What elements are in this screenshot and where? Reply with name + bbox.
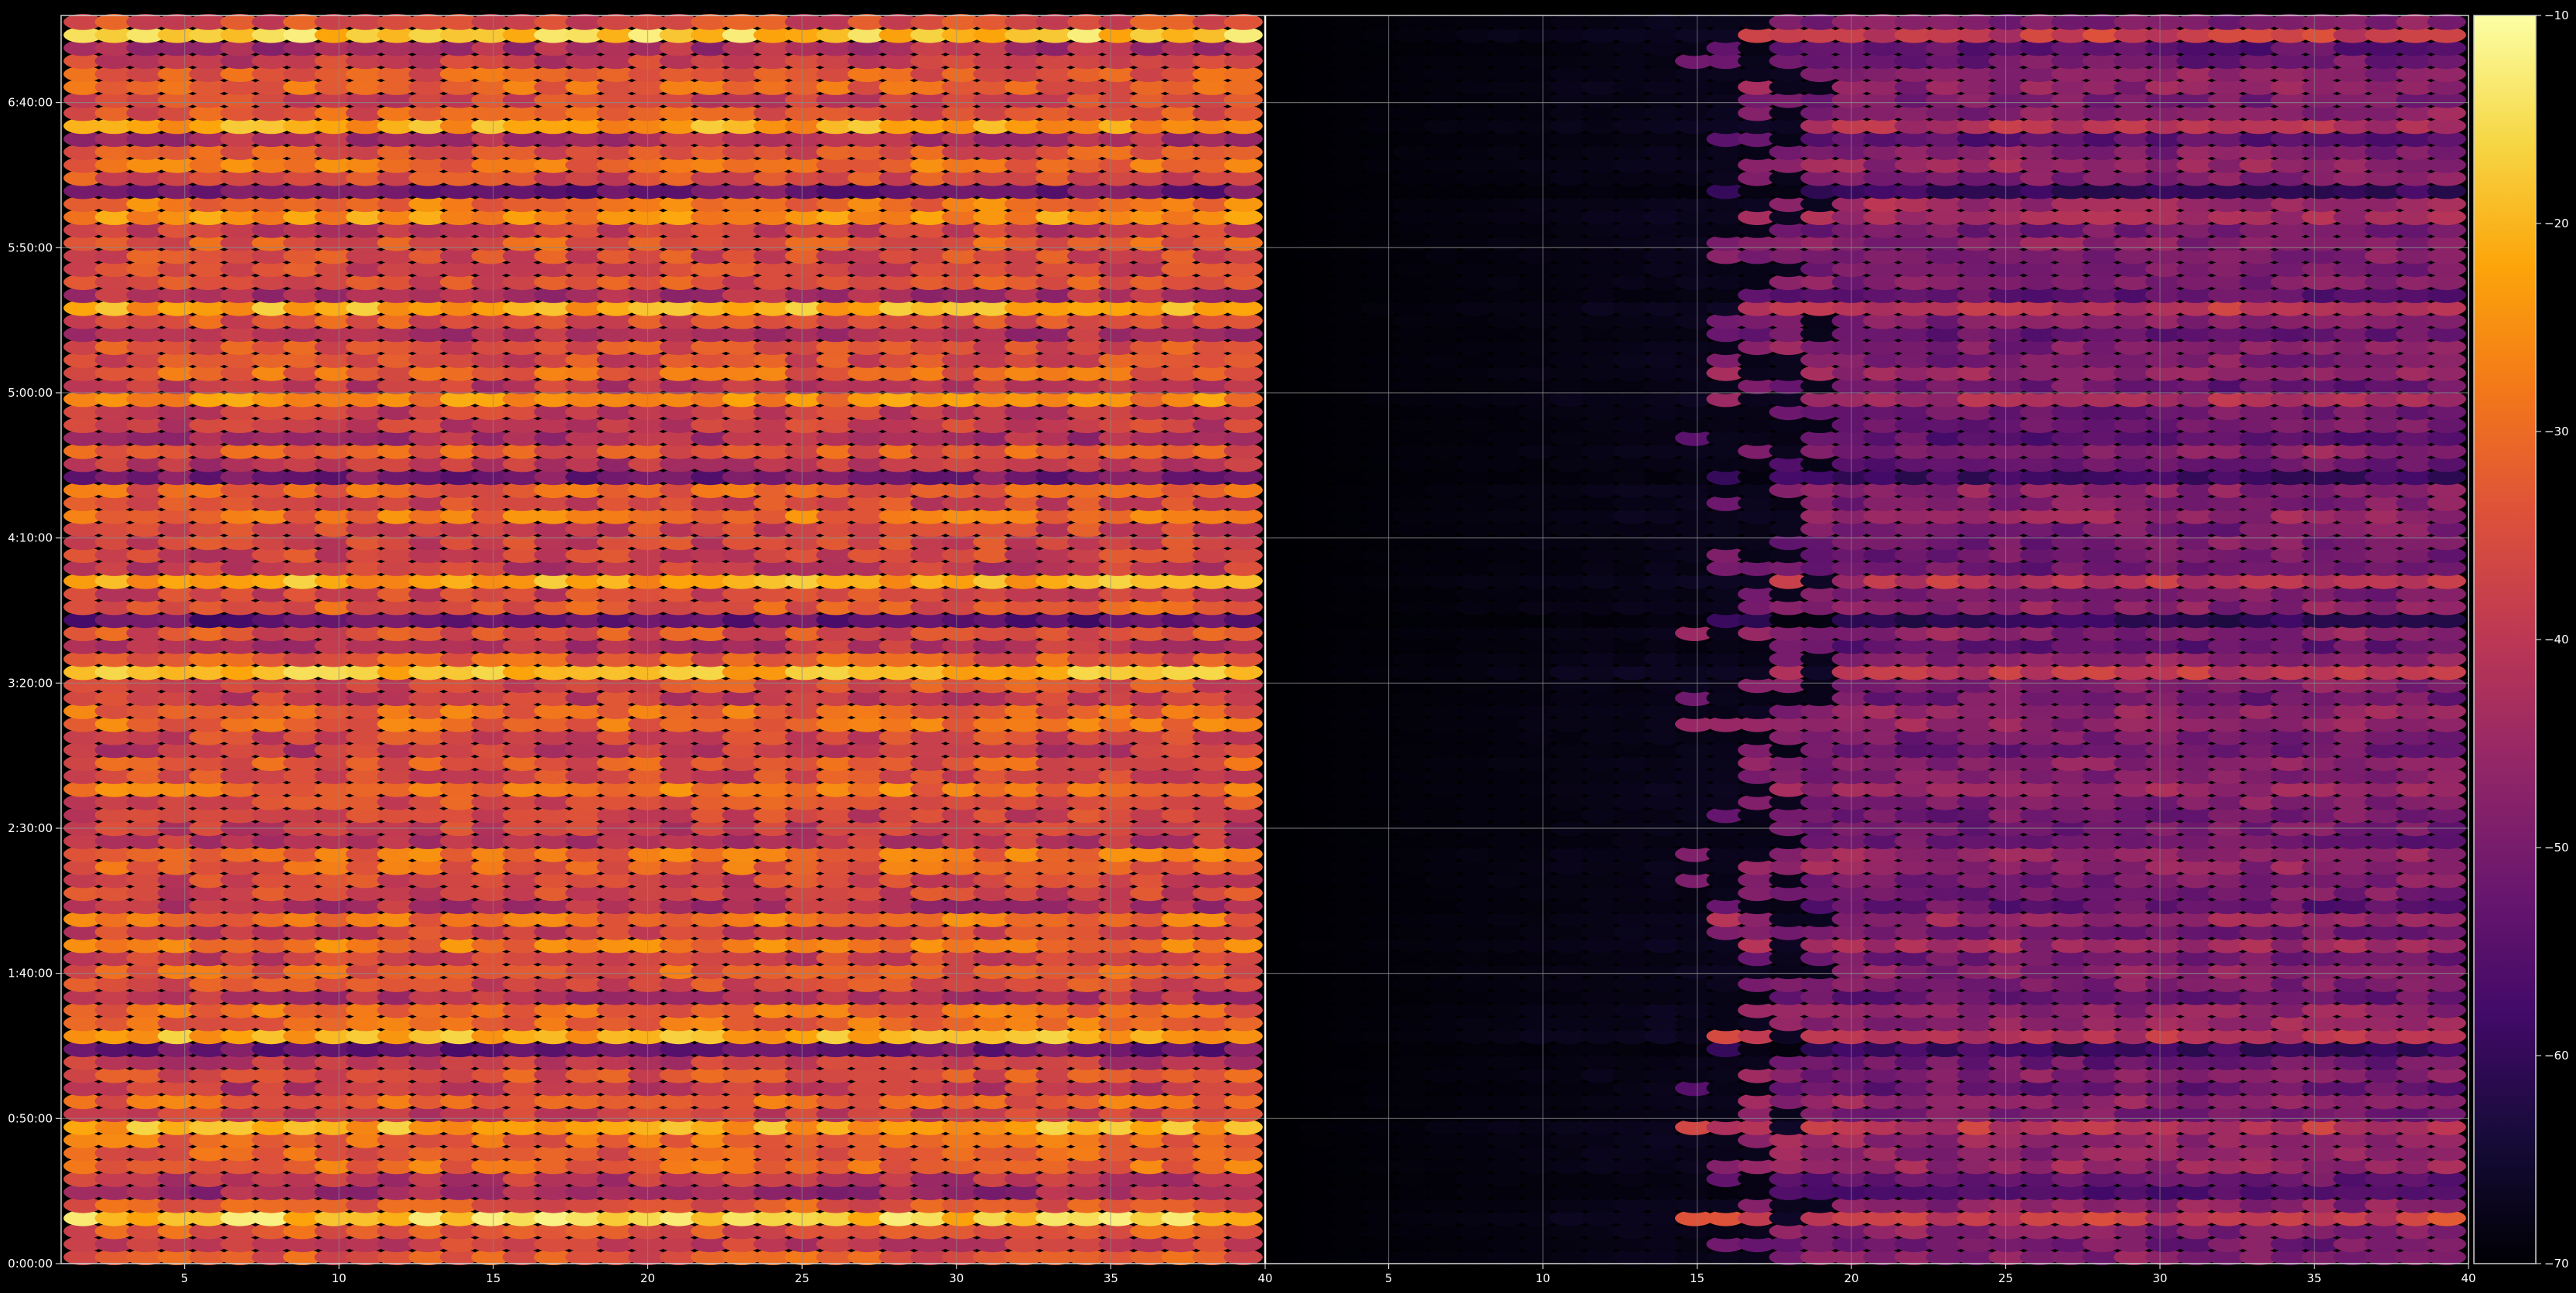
heatmap-cell xyxy=(1223,14,1263,30)
chart: 0:00:000:50:001:40:002:30:003:20:004:10:… xyxy=(0,0,2576,1293)
